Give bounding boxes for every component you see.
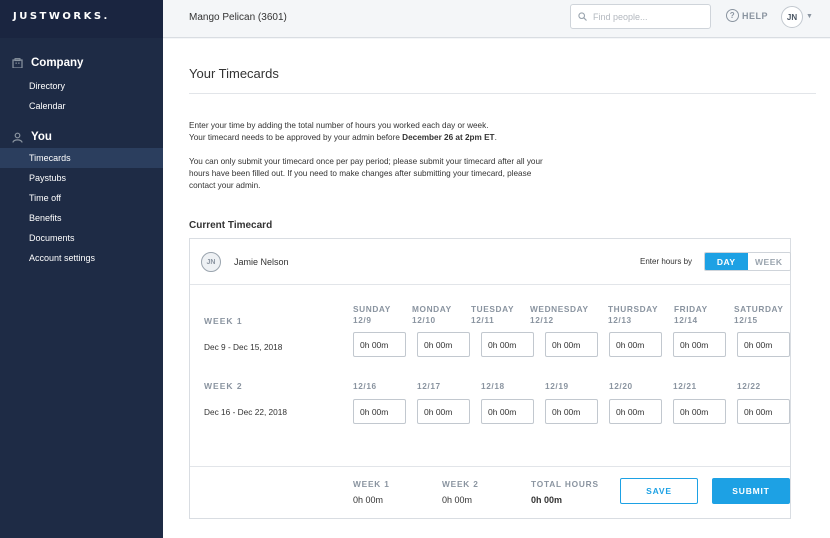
total-week-1-value: 0h 00m [353,495,384,505]
entry-mode-toggle: DAY WEEK [704,252,791,271]
hours-input-12-10[interactable] [417,332,470,357]
sidebar: JUSTWORKS. Company Directory Calendar Yo… [0,0,163,538]
date-header-12-18: 12/18 [481,381,505,391]
company-name: Mango Pelican (3601) [189,12,287,23]
week-2-range: Dec 16 - Dec 22, 2018 [204,407,288,417]
sidebar-section-label: You [31,131,52,143]
sidebar-item-account-settings[interactable]: Account settings [0,248,163,268]
day-header-thursday: THURSDAY 12/13 [608,304,659,325]
hours-input-12-13[interactable] [609,332,662,357]
day-header-friday: FRIDAY 12/14 [674,304,708,325]
hours-input-12-17[interactable] [417,399,470,424]
sidebar-item-benefits[interactable]: Benefits [0,208,163,228]
sidebar-section-company: Company [0,54,163,72]
day-header-saturday: SATURDAY 12/15 [734,304,784,325]
hours-input-12-15[interactable] [737,332,790,357]
intro-paragraph-2: You can only submit your timecard once p… [189,157,543,190]
chevron-down-icon[interactable]: ▼ [806,13,813,20]
week-1-label: WEEK 1 [204,316,243,326]
week-2-label: WEEK 2 [204,381,243,391]
total-week-2-value: 0h 00m [442,495,473,505]
intro-line-1: Enter your time by adding the total numb… [189,121,489,130]
total-week-1-label: WEEK 1 [353,479,390,489]
hours-input-12-9[interactable] [353,332,406,357]
sidebar-item-paystubs[interactable]: Paystubs [0,168,163,188]
main-content: Your Timecards Enter your time by adding… [163,39,830,538]
day-header-sunday: SUNDAY 12/9 [353,304,391,325]
title-divider [189,93,816,94]
intro-line-2: Your timecard needs to be approved by yo… [189,133,403,142]
employee-avatar: JN [201,252,221,272]
day-header-tuesday: TUESDAY 12/11 [471,304,515,325]
user-avatar[interactable]: JN [781,6,803,28]
date-header-12-22: 12/22 [737,381,761,391]
hours-input-12-21[interactable] [673,399,726,424]
intro-line-2-end: . [494,133,497,142]
page-title: Your Timecards [189,66,279,81]
timecard-footer: WEEK 1 0h 00m WEEK 2 0h 00m TOTAL HOURS … [190,466,790,519]
help-icon: ? [726,9,739,22]
intro-text: Enter your time by adding the total numb… [189,120,549,204]
hours-input-12-16[interactable] [353,399,406,424]
hours-input-12-14[interactable] [673,332,726,357]
sidebar-item-timecards[interactable]: Timecards [0,148,163,168]
save-button[interactable]: SAVE [620,478,698,504]
submit-button[interactable]: SUBMIT [712,478,790,504]
toggle-day[interactable]: DAY [705,253,748,270]
search-input[interactable] [593,11,693,22]
sidebar-section-label: Company [31,57,84,69]
help-label: HELP [742,10,769,21]
date-header-12-16: 12/16 [353,381,377,391]
hours-input-12-12[interactable] [545,332,598,357]
sidebar-section-you: You [0,128,163,146]
total-week-2-label: WEEK 2 [442,479,479,489]
total-hours-value: 0h 00m [531,495,563,505]
intro-paragraph-1: Enter your time by adding the total numb… [189,120,549,144]
week-1-range: Dec 9 - Dec 15, 2018 [204,342,283,352]
hours-input-12-18[interactable] [481,399,534,424]
date-header-12-21: 12/21 [673,381,697,391]
timecard-card: JN Jamie Nelson Enter hours by DAY WEEK … [189,238,791,519]
people-search[interactable] [570,4,711,29]
hours-input-12-19[interactable] [545,399,598,424]
enter-hours-label: Enter hours by [640,257,693,266]
hours-input-12-22[interactable] [737,399,790,424]
section-title: Current Timecard [189,220,273,231]
date-header-12-20: 12/20 [609,381,633,391]
employee-name: Jamie Nelson [234,257,289,267]
date-header-12-19: 12/19 [545,381,569,391]
sidebar-item-calendar[interactable]: Calendar [0,96,163,116]
help-link[interactable]: ? HELP [726,9,768,22]
justworks-logo[interactable]: JUSTWORKS. [0,0,163,38]
hours-input-12-11[interactable] [481,332,534,357]
approval-deadline: December 26 at 2pm ET [402,133,495,142]
timecard-header: JN Jamie Nelson Enter hours by DAY WEEK [190,239,791,285]
sidebar-item-directory[interactable]: Directory [0,76,163,96]
top-header: Mango Pelican (3601) ? HELP JN ▼ [163,0,830,38]
sidebar-item-documents[interactable]: Documents [0,228,163,248]
date-header-12-17: 12/17 [417,381,441,391]
day-header-wednesday: WEDNESDAY 12/12 [530,304,589,325]
building-icon [12,58,23,69]
search-icon [578,8,587,26]
toggle-week[interactable]: WEEK [747,253,790,270]
user-icon [12,132,23,143]
sidebar-item-time-off[interactable]: Time off [0,188,163,208]
day-header-monday: MONDAY 12/10 [412,304,452,325]
hours-input-12-20[interactable] [609,399,662,424]
total-hours-label: TOTAL HOURS [531,479,599,489]
